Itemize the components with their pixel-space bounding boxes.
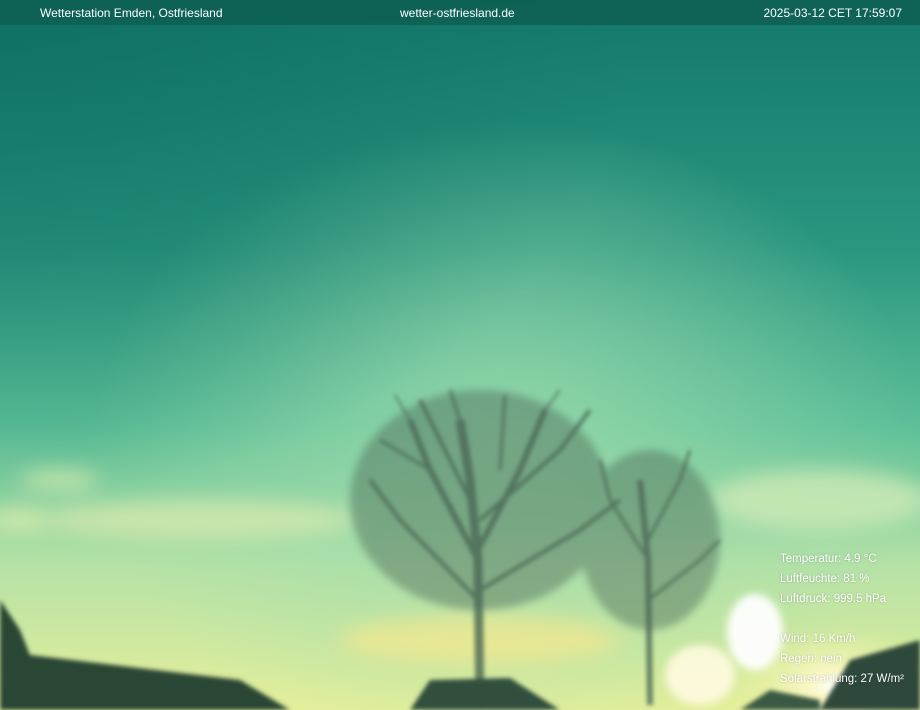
website-link: wetter-ostfriesland.de: [400, 6, 515, 20]
wind-reading: Wind: 16 Km/h: [780, 633, 856, 645]
header-bar: Wetterstation Emden, Ostfriesland wetter…: [0, 0, 920, 25]
temperature-reading: Temperatur: 4.9 °C: [780, 553, 877, 565]
humidity-reading: Luftfeuchte: 81 %: [780, 573, 870, 585]
station-name: Wetterstation Emden, Ostfriesland: [40, 6, 223, 20]
weather-readings: Temperatur: 4.9 °C Luftfeuchte: 81 % Luf…: [780, 549, 904, 689]
timestamp: 2025-03-12 CET 17:59:07: [763, 6, 902, 20]
rain-reading: Regen: nein: [780, 653, 843, 665]
pressure-reading: Luftdruck: 999.5 hPa: [780, 593, 887, 605]
solar-reading: Solarstrahlung: 27 W/m²: [780, 673, 904, 685]
